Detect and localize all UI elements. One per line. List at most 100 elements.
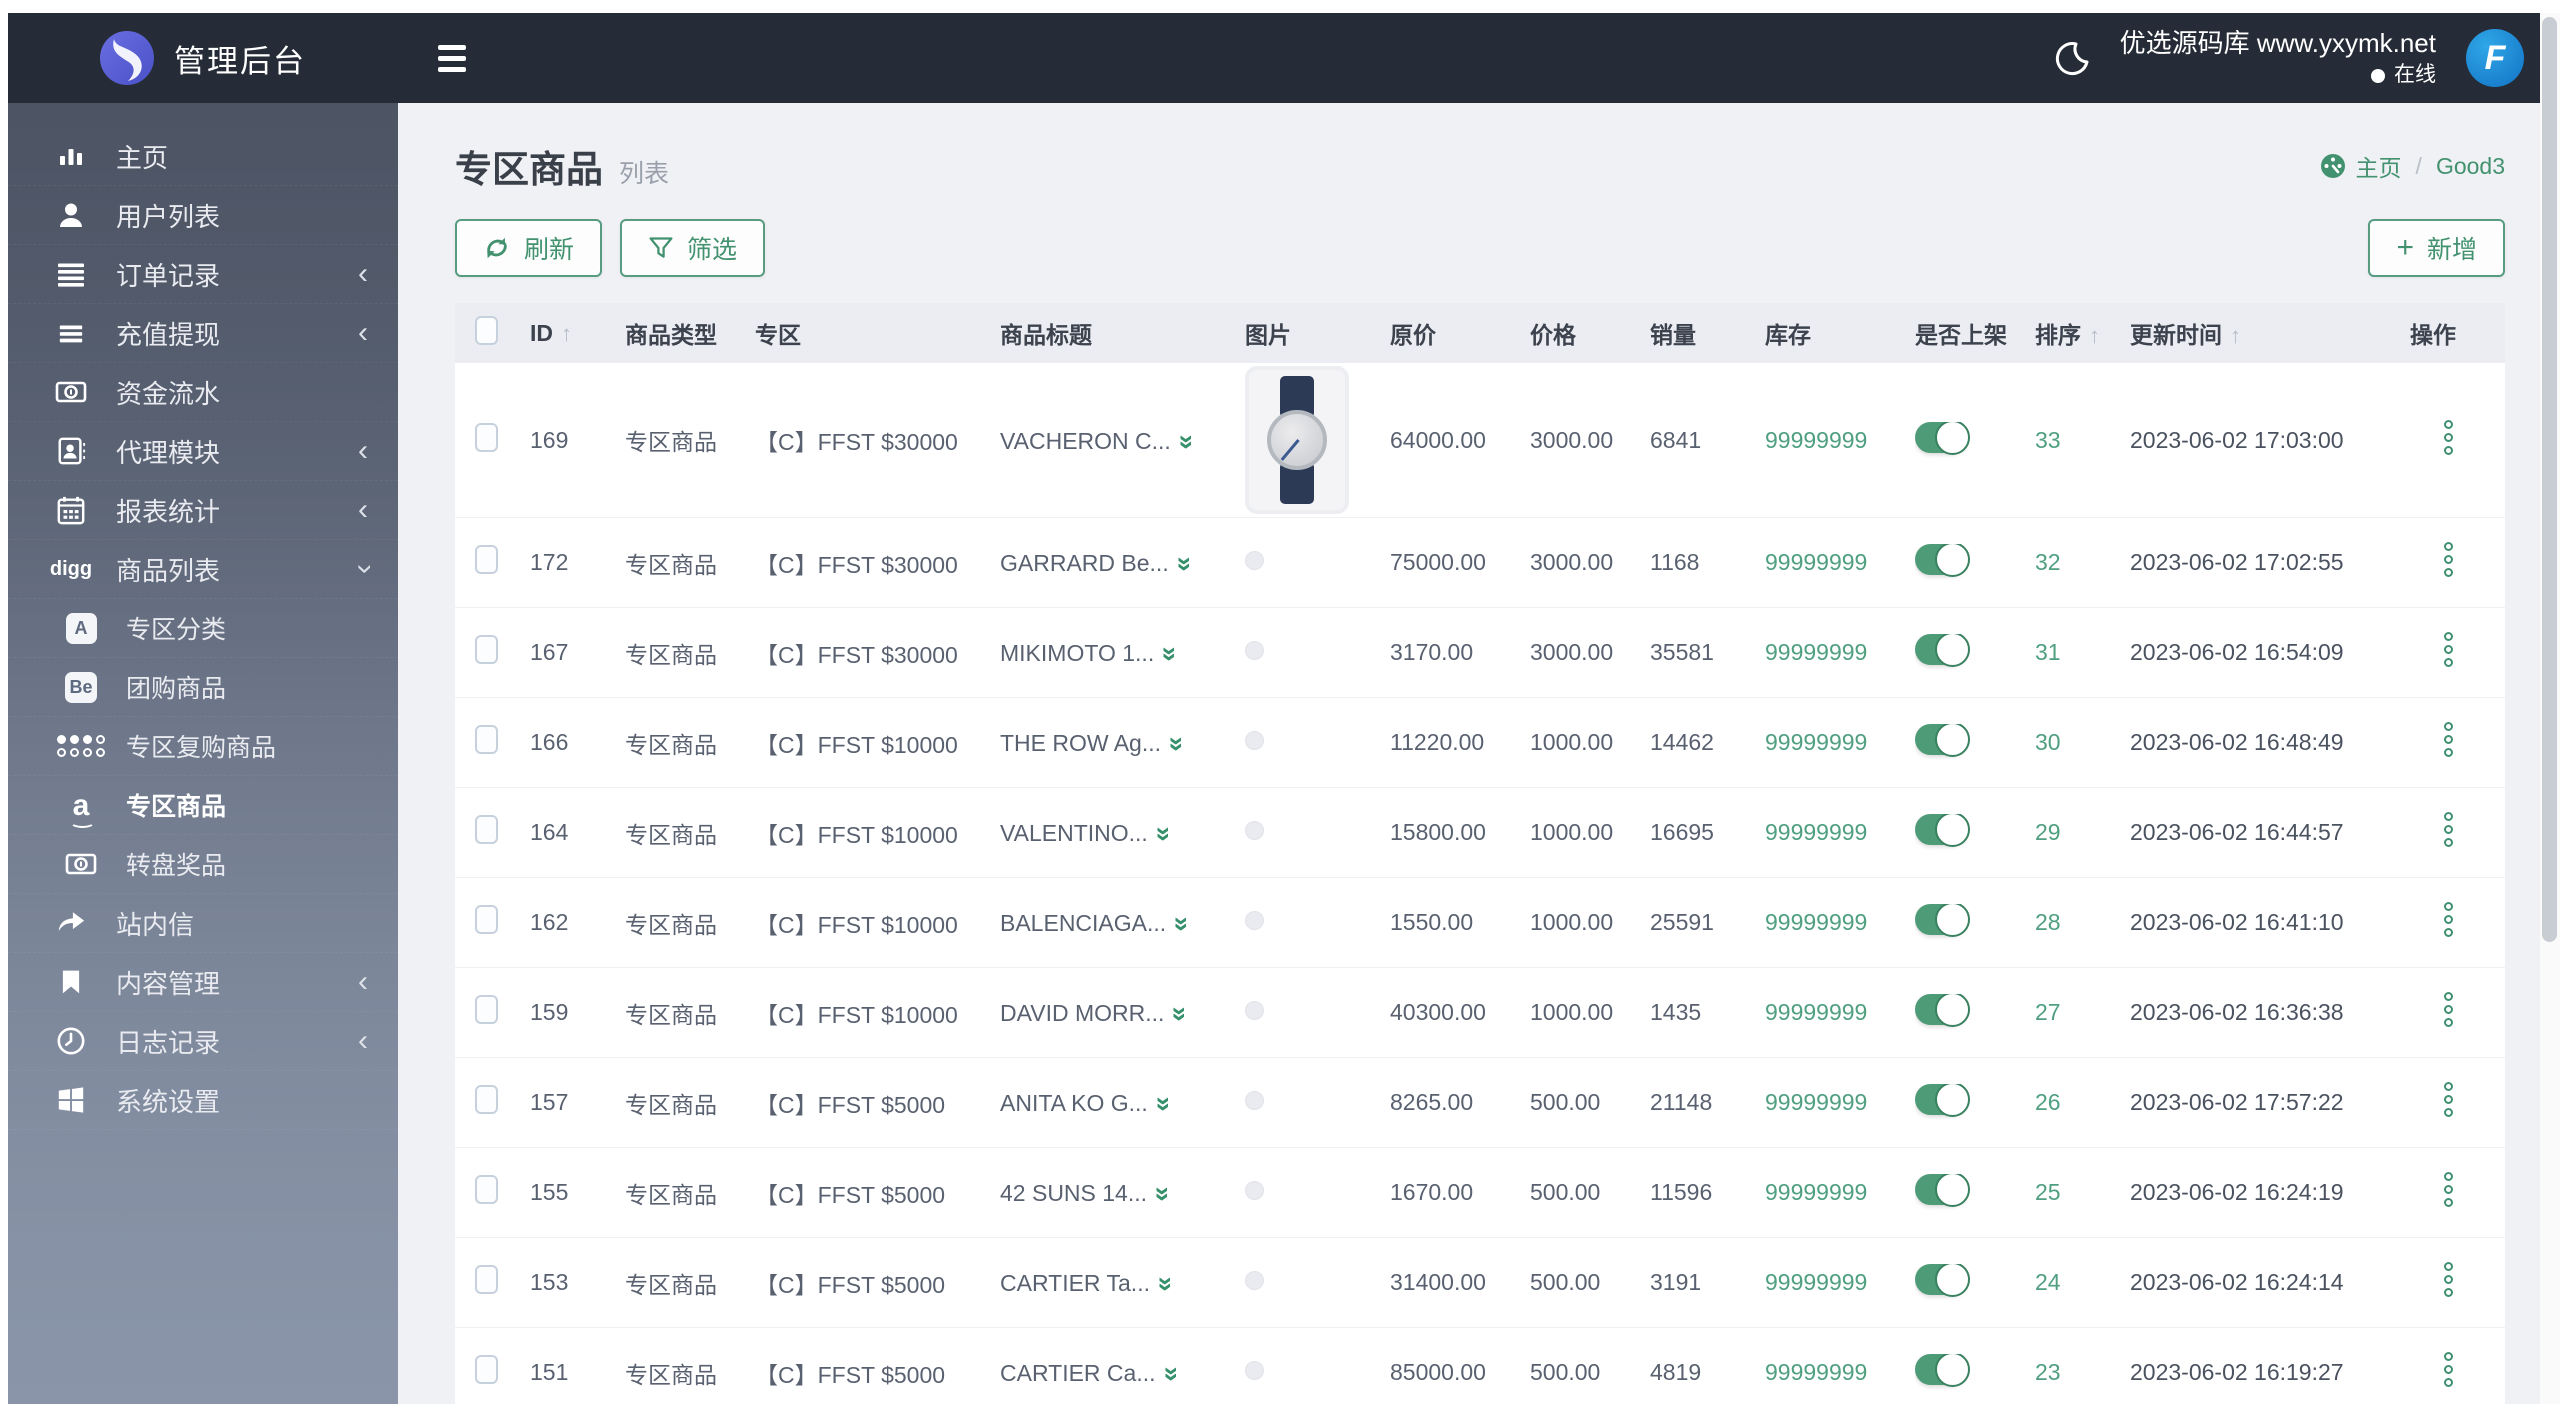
sort-link[interactable]: 32 xyxy=(2035,549,2061,576)
sidebar-item-log-records[interactable]: 日志记录 ‹ xyxy=(8,1012,398,1071)
add-button[interactable]: + 新增 xyxy=(2368,219,2505,277)
sidebar-item-zone-products[interactable]: a 专区商品 xyxy=(8,776,398,835)
row-checkbox[interactable] xyxy=(475,545,498,574)
sort-link[interactable]: 29 xyxy=(2035,819,2061,846)
stock-link[interactable]: 99999999 xyxy=(1765,426,1868,454)
sidebar-item-home[interactable]: 主页 xyxy=(8,127,398,186)
stock-link[interactable]: 99999999 xyxy=(1765,639,1868,666)
row-checkbox[interactable] xyxy=(475,815,498,844)
row-actions-menu-icon[interactable] xyxy=(2444,718,2453,761)
sidebar-toggle-button[interactable] xyxy=(438,44,466,72)
stock-link[interactable]: 99999999 xyxy=(1765,819,1868,846)
sidebar-item-product-list[interactable]: digg 商品列表 ‹ xyxy=(8,540,398,599)
on-shelf-toggle[interactable] xyxy=(1915,814,1970,847)
sidebar-item-system-settings[interactable]: 系统设置 xyxy=(8,1071,398,1130)
sort-link[interactable]: 24 xyxy=(2035,1269,2061,1296)
row-actions-menu-icon[interactable] xyxy=(2444,628,2453,671)
sidebar-item-agent-module[interactable]: 代理模块 ‹ xyxy=(8,422,398,481)
row-actions-menu-icon[interactable] xyxy=(2444,416,2453,459)
stock-link[interactable]: 99999999 xyxy=(1765,729,1868,756)
stock-link[interactable]: 99999999 xyxy=(1765,999,1868,1026)
refresh-button[interactable]: 刷新 xyxy=(455,219,603,277)
row-actions-menu-icon[interactable] xyxy=(2444,1348,2453,1391)
on-shelf-toggle[interactable] xyxy=(1915,724,1970,757)
stock-link[interactable]: 99999999 xyxy=(1765,549,1868,576)
sidebar-item-fund-flow[interactable]: 资金流水 xyxy=(8,363,398,422)
avatar[interactable]: F xyxy=(2466,29,2524,87)
row-checkbox[interactable] xyxy=(475,905,498,934)
row-checkbox[interactable] xyxy=(475,1085,498,1114)
table-row: 153 专区商品 【C】FFST $5000 CARTIER Ta...» 31… xyxy=(455,1238,2505,1328)
expand-chevron-icon[interactable]: » xyxy=(1165,1006,1196,1018)
row-checkbox[interactable] xyxy=(475,635,498,664)
expand-chevron-icon[interactable]: » xyxy=(1148,826,1179,838)
sidebar-item-group-buy-products[interactable]: Be 团购商品 xyxy=(8,658,398,717)
row-checkbox[interactable] xyxy=(475,1175,498,1204)
sidebar-item-order-records[interactable]: 订单记录 ‹ xyxy=(8,245,398,304)
expand-chevron-icon[interactable]: » xyxy=(1148,1186,1179,1198)
filter-button[interactable]: 筛选 xyxy=(620,219,766,277)
page-scrollbar[interactable] xyxy=(2540,13,2560,1404)
row-checkbox[interactable] xyxy=(475,1265,498,1294)
sort-link[interactable]: 23 xyxy=(2035,1359,2061,1386)
on-shelf-toggle[interactable] xyxy=(1915,1264,1970,1297)
row-checkbox[interactable] xyxy=(475,725,498,754)
sidebar-item-site-message[interactable]: 站内信 xyxy=(8,894,398,953)
dots-icon xyxy=(56,735,105,757)
expand-chevron-icon[interactable]: » xyxy=(1148,1096,1179,1108)
on-shelf-toggle[interactable] xyxy=(1915,1174,1970,1207)
select-all-checkbox[interactable] xyxy=(475,315,498,345)
expand-chevron-icon[interactable]: » xyxy=(1156,1366,1187,1378)
row-actions-menu-icon[interactable] xyxy=(2444,538,2453,581)
product-photo[interactable] xyxy=(1245,366,1349,514)
sort-link[interactable]: 31 xyxy=(2035,639,2061,666)
on-shelf-toggle[interactable] xyxy=(1915,634,1970,667)
stock-link[interactable]: 99999999 xyxy=(1765,1359,1868,1386)
sort-link[interactable]: 25 xyxy=(2035,1179,2061,1206)
row-actions-menu-icon[interactable] xyxy=(2444,1168,2453,1211)
sidebar-item-content-management[interactable]: 内容管理 ‹ xyxy=(8,953,398,1012)
sidebar-item-user-list[interactable]: 用户列表 xyxy=(8,186,398,245)
on-shelf-toggle[interactable] xyxy=(1915,544,1970,577)
breadcrumb-home[interactable]: 主页 xyxy=(2356,149,2402,183)
sidebar-item-zone-rebuy-products[interactable]: 专区复购商品 xyxy=(8,717,398,776)
on-shelf-toggle[interactable] xyxy=(1915,994,1970,1027)
on-shelf-toggle[interactable] xyxy=(1915,904,1970,937)
sidebar-item-zone-category[interactable]: A 专区分类 xyxy=(8,599,398,658)
dark-mode-toggle-icon[interactable] xyxy=(2054,40,2090,76)
expand-chevron-icon[interactable]: » xyxy=(1162,736,1193,748)
expand-chevron-icon[interactable]: » xyxy=(1167,916,1198,928)
stock-link[interactable]: 99999999 xyxy=(1765,1089,1868,1116)
column-header-updated[interactable]: 更新时间 ↑ xyxy=(2130,316,2410,350)
sort-link[interactable]: 27 xyxy=(2035,999,2061,1026)
row-checkbox[interactable] xyxy=(475,1355,498,1384)
sidebar-item-report-stats[interactable]: 报表统计 ‹ xyxy=(8,481,398,540)
stock-link[interactable]: 99999999 xyxy=(1765,1179,1868,1206)
on-shelf-toggle[interactable] xyxy=(1915,1354,1970,1387)
column-header-id[interactable]: ID ↑ xyxy=(530,320,625,347)
row-actions-menu-icon[interactable] xyxy=(2444,1078,2453,1121)
sort-link[interactable]: 26 xyxy=(2035,1089,2061,1116)
expand-chevron-icon[interactable]: » xyxy=(1169,556,1200,568)
stock-link[interactable]: 99999999 xyxy=(1765,1269,1868,1296)
column-header-sort[interactable]: 排序 ↑ xyxy=(2035,316,2130,350)
row-actions-menu-icon[interactable] xyxy=(2444,988,2453,1031)
expand-chevron-icon[interactable]: » xyxy=(1155,646,1186,658)
expand-chevron-icon[interactable]: » xyxy=(1171,434,1202,446)
sort-link[interactable]: 30 xyxy=(2035,729,2061,756)
row-actions-menu-icon[interactable] xyxy=(2444,1258,2453,1301)
row-actions-menu-icon[interactable] xyxy=(2444,898,2453,941)
stock-link[interactable]: 99999999 xyxy=(1765,909,1868,936)
sidebar-item-recharge-withdraw[interactable]: 充值提现 ‹ xyxy=(8,304,398,363)
row-checkbox[interactable] xyxy=(475,995,498,1024)
sort-link[interactable]: 33 xyxy=(2035,426,2061,454)
cell-sales: 35581 xyxy=(1650,639,1714,665)
sidebar-item-wheel-prizes[interactable]: 转盘奖品 xyxy=(8,835,398,894)
scrollbar-thumb[interactable] xyxy=(2542,17,2557,942)
on-shelf-toggle[interactable] xyxy=(1915,421,1970,455)
row-actions-menu-icon[interactable] xyxy=(2444,808,2453,851)
on-shelf-toggle[interactable] xyxy=(1915,1084,1970,1117)
row-checkbox[interactable] xyxy=(475,422,498,452)
sort-link[interactable]: 28 xyxy=(2035,909,2061,936)
expand-chevron-icon[interactable]: » xyxy=(1151,1276,1182,1288)
